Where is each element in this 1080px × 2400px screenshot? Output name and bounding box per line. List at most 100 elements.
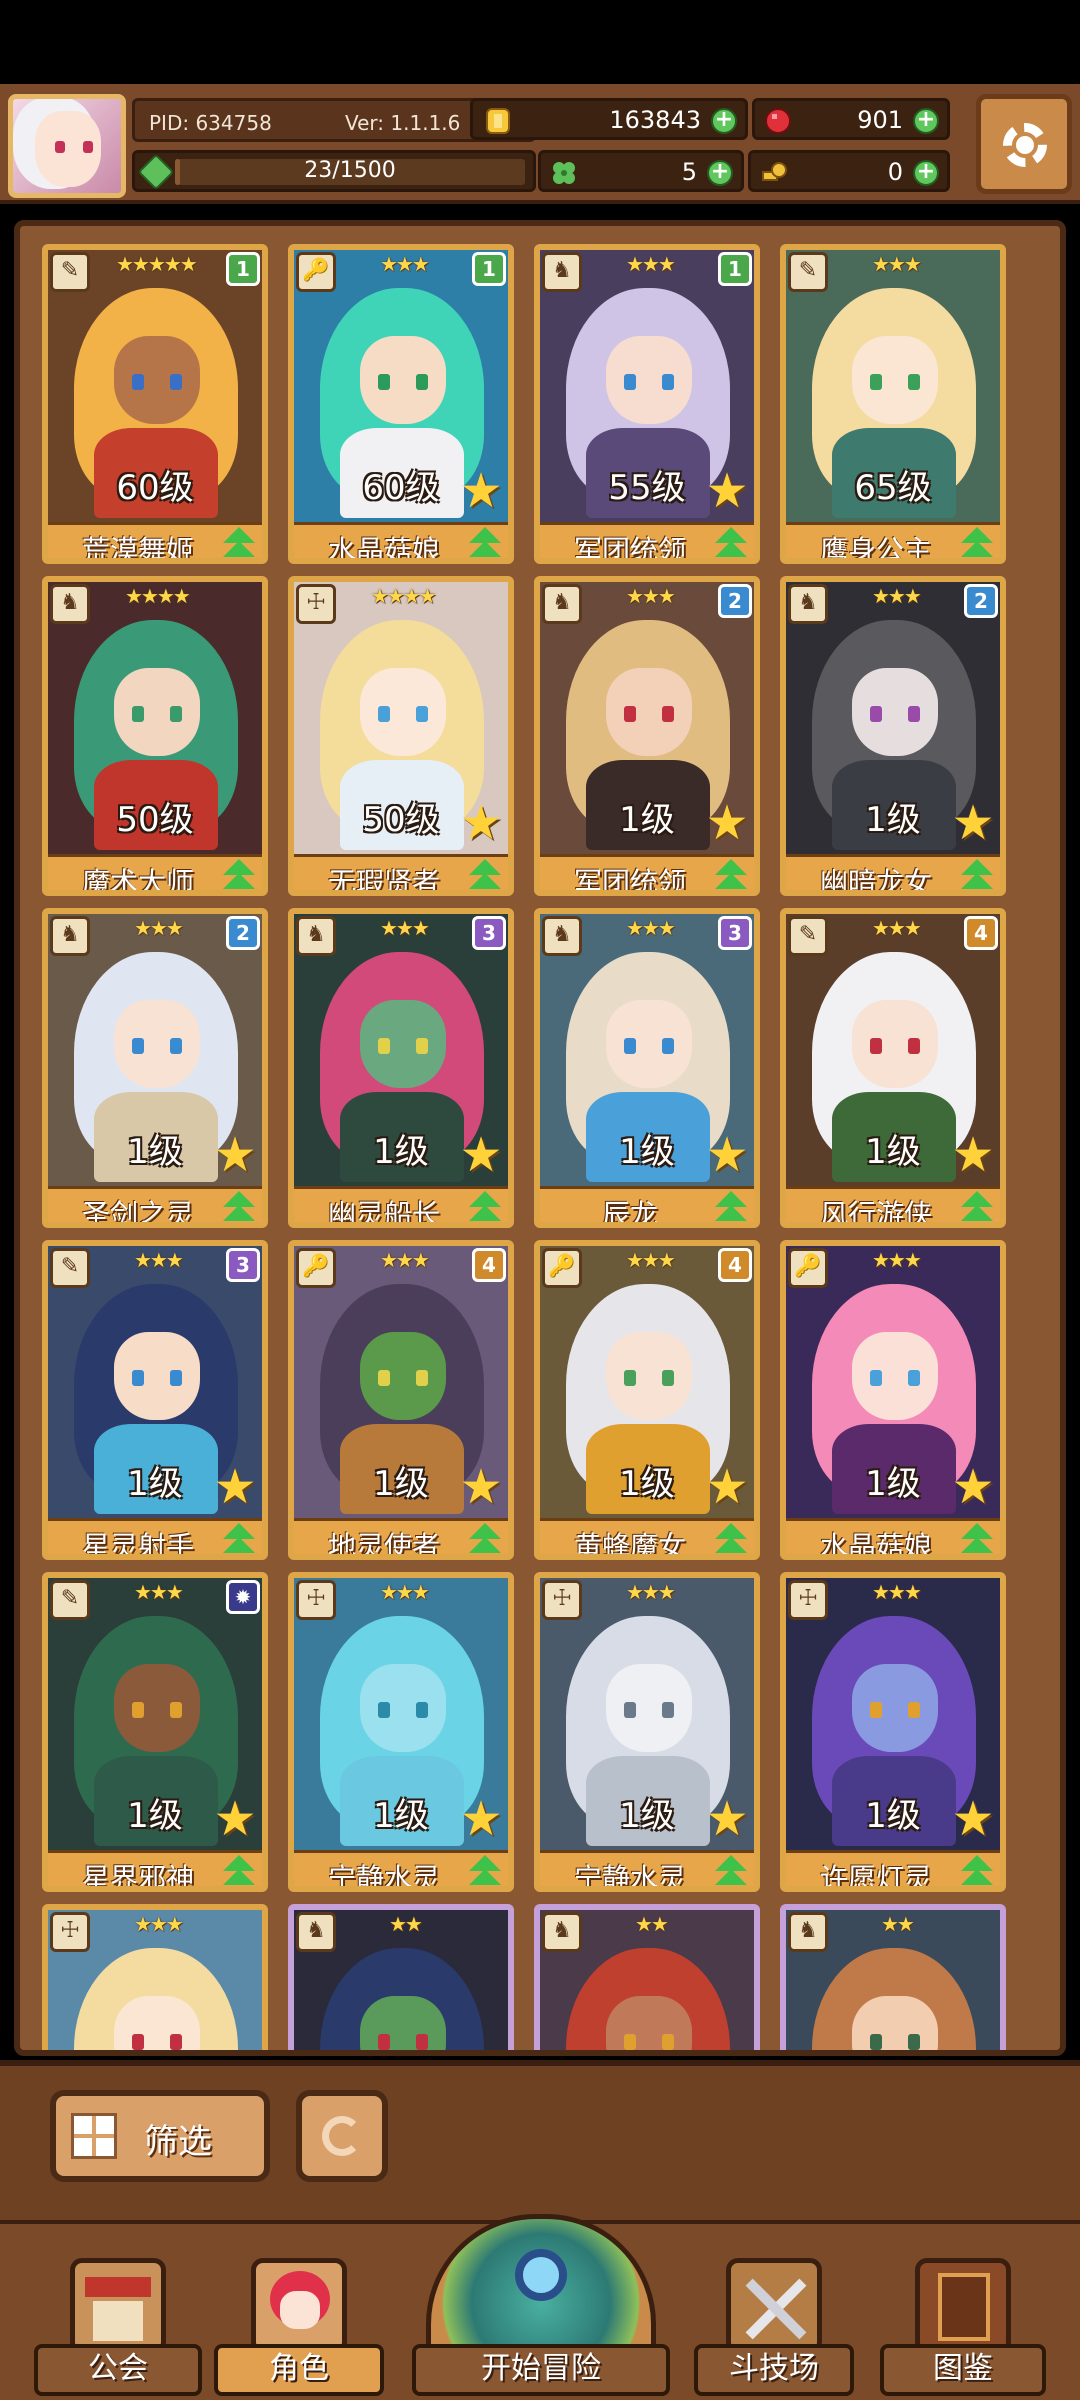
character-level: 60级 <box>116 468 194 508</box>
add-gold-button[interactable]: + <box>711 108 737 134</box>
character-card[interactable]: ♞ ★★ <box>288 1904 514 2050</box>
level-up-arrow-icon[interactable] <box>712 527 750 558</box>
level-up-arrow-icon[interactable] <box>712 1523 750 1554</box>
star-upgrade-icon[interactable]: ★ <box>458 799 504 847</box>
filter-button[interactable]: 筛选 <box>50 2090 270 2182</box>
star-upgrade-icon[interactable]: ★ <box>704 1131 750 1179</box>
avatar-eye <box>83 141 93 153</box>
character-card[interactable]: ✎ ★★★★★ 1 60级 荒漠舞姬 <box>42 244 268 564</box>
class-role-icon: ♞ <box>296 1912 336 1952</box>
character-face <box>280 2291 320 2329</box>
portrait-eye <box>132 706 144 722</box>
add-ruby-button[interactable]: + <box>913 108 939 134</box>
level-up-arrow-icon[interactable] <box>220 1523 258 1554</box>
star-upgrade-icon[interactable]: ★ <box>212 1795 258 1843</box>
character-card[interactable]: ♞ ★★ <box>534 1904 760 2050</box>
level-up-arrow-icon[interactable] <box>466 1523 504 1554</box>
star-rating: ★★★ <box>134 1248 184 1272</box>
star-upgrade-icon[interactable]: ★ <box>950 1463 996 1511</box>
nav-guild[interactable]: 公会 <box>34 2250 202 2400</box>
character-card[interactable]: 🔑 ★★★ 1 60级 ★ 水晶菇娘 <box>288 244 514 564</box>
character-card[interactable]: ☩ ★★★ 1级 ★ 宁静水灵 <box>534 1572 760 1892</box>
level-up-arrow-icon[interactable] <box>958 1191 996 1222</box>
character-card[interactable]: ✎ ★★★ ✹ 1级 ★ 星界邪神 <box>42 1572 268 1892</box>
star-upgrade-icon[interactable]: ★ <box>704 1463 750 1511</box>
rank-badge: 4 <box>472 1248 506 1282</box>
level-up-arrow-icon[interactable] <box>466 1855 504 1886</box>
add-key-button[interactable]: + <box>913 160 939 186</box>
star-upgrade-icon[interactable]: ★ <box>458 467 504 515</box>
gold-coin-icon <box>486 108 510 134</box>
level-up-arrow-icon[interactable] <box>958 859 996 890</box>
star-upgrade-icon[interactable]: ★ <box>704 799 750 847</box>
arrow-chevron <box>961 1205 993 1221</box>
nav-arena[interactable]: 斗技场 <box>694 2250 854 2400</box>
character-card[interactable]: ♞ ★★★ 1 55级 ★ 军团统领 <box>534 244 760 564</box>
character-name: 风行游侠 <box>819 1198 932 1228</box>
level-up-arrow-icon[interactable] <box>220 1855 258 1886</box>
settings-button[interactable] <box>976 94 1072 194</box>
character-card[interactable]: ♞ ★★★ 2 1级 ★ 军团统领 <box>534 576 760 896</box>
star-upgrade-icon[interactable]: ★ <box>950 1131 996 1179</box>
level-up-arrow-icon[interactable] <box>958 1855 996 1886</box>
character-card[interactable]: ☩ ★★★ 1级 ★ 宁静水灵 <box>288 1572 514 1892</box>
star-upgrade-icon[interactable]: ★ <box>704 1795 750 1843</box>
level-up-arrow-icon[interactable] <box>712 1191 750 1222</box>
character-card[interactable]: ☩ ★★★★ 50级 ★ 无瑕贤者 <box>288 576 514 896</box>
level-up-arrow-icon[interactable] <box>712 1855 750 1886</box>
level-up-arrow-icon[interactable] <box>466 1191 504 1222</box>
level-up-arrow-icon[interactable] <box>466 859 504 890</box>
character-card[interactable]: 🔑 ★★★ 1级 ★ 水晶菇娘 <box>780 1240 1006 1560</box>
character-card[interactable]: ☩ ★★★ <box>42 1904 268 2050</box>
character-name-bar: 鹰身公主 <box>786 522 1000 558</box>
character-card[interactable]: ♞ ★★★ 3 1级 ★ 幽灵船长 <box>288 908 514 1228</box>
nav-characters[interactable]: 角色 <box>214 2250 384 2400</box>
star-upgrade-icon[interactable]: ★ <box>950 799 996 847</box>
character-card[interactable]: ✎ ★★★ 3 1级 ★ 星灵射手 <box>42 1240 268 1560</box>
add-clover-button[interactable]: + <box>707 160 733 186</box>
character-roster-panel[interactable]: ✎ ★★★★★ 1 60级 荒漠舞姬 🔑 ★★★ 1 60级 ★ 水晶菇娘 ♞ ★★★ 1 55级 ★ 军团统领… <box>14 220 1066 2056</box>
portrait-face <box>114 336 200 424</box>
level-up-arrow-icon[interactable] <box>958 1523 996 1554</box>
character-card[interactable]: ✎ ★★★ 65级 鹰身公主 <box>780 244 1006 564</box>
level-up-arrow-icon[interactable] <box>712 859 750 890</box>
level-up-arrow-icon[interactable] <box>958 527 996 558</box>
portrait-eye <box>624 1038 636 1054</box>
star-upgrade-icon[interactable]: ★ <box>458 1131 504 1179</box>
level-up-arrow-icon[interactable] <box>220 527 258 558</box>
nav-start-adventure[interactable]: 开始冒险 <box>412 2214 670 2400</box>
nav-codex[interactable]: 图鉴 <box>880 2250 1046 2400</box>
character-card[interactable]: ♞ ★★★ 3 1级 ★ 辰龙 <box>534 908 760 1228</box>
star-upgrade-icon[interactable]: ★ <box>704 467 750 515</box>
star-upgrade-icon[interactable]: ★ <box>212 1131 258 1179</box>
player-avatar[interactable] <box>8 94 126 198</box>
character-name: 宁静水灵 <box>573 1862 686 1892</box>
portrait-eye <box>378 374 390 390</box>
character-card[interactable]: ✎ ★★★ 4 1级 ★ 风行游侠 <box>780 908 1006 1228</box>
portrait-face <box>606 1664 692 1752</box>
character-card[interactable]: ☩ ★★★ 1级 ★ 许愿灯灵 <box>780 1572 1006 1892</box>
level-up-arrow-icon[interactable] <box>220 1191 258 1222</box>
star-upgrade-icon[interactable]: ★ <box>458 1463 504 1511</box>
star-upgrade-icon[interactable]: ★ <box>212 1463 258 1511</box>
card-frame: ☩ ★★★ 1级 ★ 许愿灯灵 <box>780 1572 1006 1892</box>
star-upgrade-icon[interactable]: ★ <box>458 1795 504 1843</box>
character-card[interactable]: ♞ ★★★ 2 1级 ★ 幽暗龙女 <box>780 576 1006 896</box>
book-cover <box>938 2273 990 2341</box>
portrait-face <box>852 1664 938 1752</box>
character-level: 65级 <box>854 468 932 508</box>
key-counter: 0 + <box>748 150 950 192</box>
character-card[interactable]: 🔑 ★★★ 4 1级 ★ 地灵使者 <box>288 1240 514 1560</box>
character-card[interactable]: 🔑 ★★★ 4 1级 ★ 黄蜂魔女 <box>534 1240 760 1560</box>
player-header: PID: 634758 Ver: 1.1.1.6 23/1500 163843 … <box>0 84 1080 204</box>
world-map-icon <box>426 2214 656 2364</box>
star-upgrade-icon[interactable]: ★ <box>950 1795 996 1843</box>
level-up-arrow-icon[interactable] <box>466 527 504 558</box>
character-card[interactable]: ♞ ★★ <box>780 1904 1006 2050</box>
character-card[interactable]: ♞ ★★★★ 50级 魔术大师 <box>42 576 268 896</box>
level-up-arrow-icon[interactable] <box>220 859 258 890</box>
reset-filter-button[interactable] <box>296 2090 388 2182</box>
card-frame: ♞ ★★★ 1 55级 ★ 军团统领 <box>534 244 760 564</box>
star-rating: ★★★ <box>626 252 676 276</box>
character-card[interactable]: ♞ ★★★ 2 1级 ★ 圣剑之灵 <box>42 908 268 1228</box>
